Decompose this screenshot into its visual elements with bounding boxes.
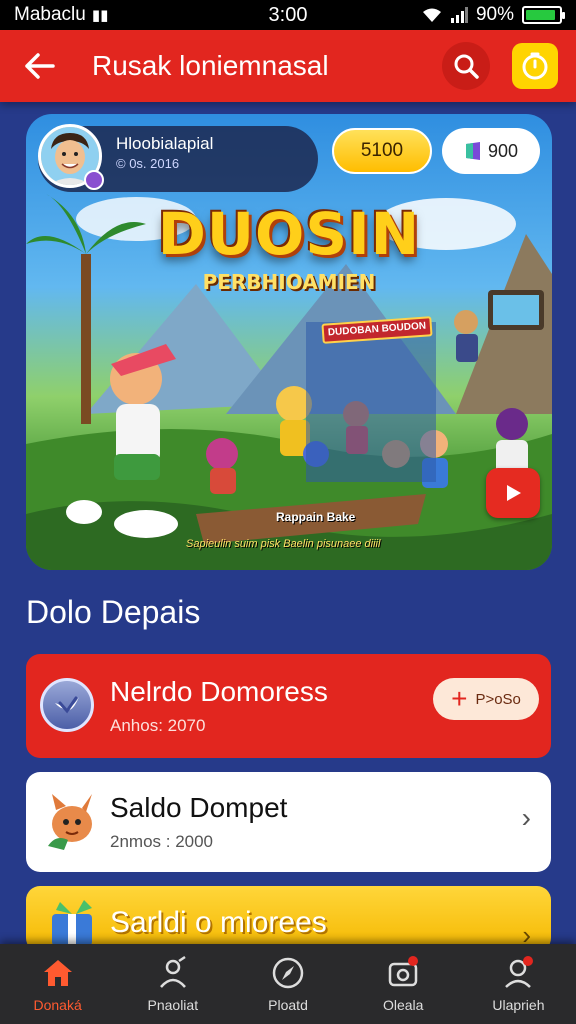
gift-box-icon: [52, 900, 92, 946]
chevron-right-icon: ›: [521, 802, 531, 833]
battery-percent: 90%: [475, 4, 514, 25]
person-icon: [159, 955, 186, 988]
signal-4g-icon: ▮▮: [91, 7, 109, 24]
battery-icon: [522, 6, 565, 24]
app-header: Rusak loniemnasal: [0, 30, 576, 102]
carrier-name: Mabaclu: [14, 4, 86, 25]
compass-icon: [272, 957, 304, 989]
nav-item-players[interactable]: Pnaoliat: [115, 944, 230, 1024]
wifi-icon: [422, 8, 441, 22]
coin-balance: 5100: [360, 140, 404, 161]
stage-sign: Rappain Bake: [276, 510, 356, 524]
home-icon: [43, 960, 72, 986]
game-logo-title: DUOSIN: [157, 200, 421, 268]
notification-dot: [407, 956, 418, 966]
section-title: Dolo Depais: [26, 594, 201, 630]
tertiary-balance-card[interactable]: Sarldi o miorees ›: [26, 886, 551, 952]
character-mascot-icon: [48, 794, 92, 850]
nav-label-profile: Ulaprieh: [492, 997, 545, 1013]
timer-button[interactable]: [512, 43, 558, 89]
profile-subtitle: © 0s. 2016: [116, 156, 180, 171]
gem-balance: 900: [487, 140, 519, 161]
primary-card-title: Nelrdo Domoress: [110, 676, 328, 707]
status-bar: Mabaclu ▮▮ 3:00 90%: [0, 0, 576, 30]
tertiary-card-title: Sarldi o miorees: [110, 906, 327, 939]
play-icon: [507, 485, 521, 501]
gem-balance-button[interactable]: 900: [442, 128, 540, 174]
add-funds-button[interactable]: + P>oSo: [433, 678, 539, 720]
cell-signal-icon: [450, 7, 468, 23]
wallet-balance-card[interactable]: Saldo Dompet 2nmos : 2000 ›: [26, 772, 551, 872]
check-badge-icon: [40, 678, 94, 732]
nav-item-profile[interactable]: Ulaprieh: [461, 944, 576, 1024]
arrow-left-icon: [25, 53, 55, 79]
back-button[interactable]: [18, 44, 62, 88]
nav-item-camera[interactable]: Oleala: [346, 944, 461, 1024]
play-video-button[interactable]: [486, 468, 540, 518]
stopwatch-icon: [522, 52, 548, 80]
nav-item-home[interactable]: Donaká: [0, 944, 115, 1024]
primary-card-subtitle: Anhos: 2070: [110, 716, 206, 735]
search-button[interactable]: [442, 42, 490, 90]
add-funds-label: P>oSo: [475, 690, 521, 708]
gem-icon: [465, 142, 480, 160]
avatar-badge-icon: [84, 170, 104, 190]
coin-balance-button[interactable]: 5100: [332, 128, 432, 174]
nav-label-camera: Oleala: [382, 997, 424, 1013]
hero-caption: Sapieulin suim pisk Baelin pisunaee diii…: [186, 538, 381, 550]
nav-label-explore: Ploatd: [268, 997, 308, 1013]
plus-icon: +: [451, 683, 468, 714]
battery-level-fill: [526, 10, 555, 20]
search-icon: [454, 54, 479, 79]
nav-label-home: Donaká: [33, 997, 82, 1013]
page-title: Rusak loniemnasal: [92, 50, 329, 81]
wallet-card-subtitle: 2nmos : 2000: [110, 832, 214, 851]
hero-banner[interactable]: Hloobialapial © 0s. 2016 5100 900 DUOSIN…: [26, 114, 552, 570]
primary-balance-card[interactable]: Nelrdo Domoress Anhos: 2070 + P>oSo: [26, 654, 551, 758]
nav-label-players: Pnaoliat: [147, 997, 199, 1013]
profile-name: Hloobialapial: [116, 134, 214, 153]
nav-item-explore[interactable]: Ploatd: [230, 944, 345, 1024]
notification-dot: [522, 956, 533, 966]
bottom-navigation: Donaká Pnaoliat Ploatd Oleala Ulaprieh: [0, 944, 576, 1024]
game-logo-subtitle: PERBHIOAMIEN: [202, 270, 376, 294]
wallet-card-title: Saldo Dompet: [110, 792, 288, 823]
